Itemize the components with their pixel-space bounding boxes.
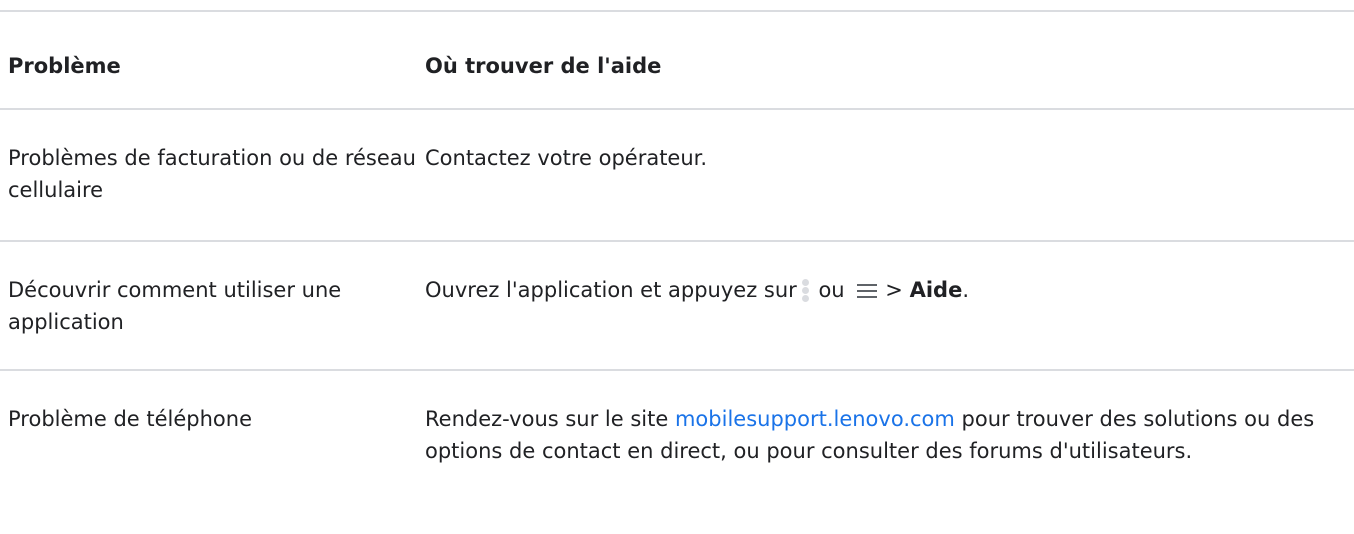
table-header-row: Problème Où trouver de l'aide [0, 10, 1354, 108]
more-vert-icon [800, 279, 810, 303]
help-cell: Contactez votre opérateur. [425, 146, 708, 170]
table-row: Problèmes de facturation ou de réseau ce… [0, 108, 1354, 240]
header-problem: Problème [8, 54, 121, 78]
help-text-prefix: Ouvrez l'application et appuyez sur [425, 278, 797, 302]
help-text-suffix: . [962, 278, 970, 302]
problem-cell: Problème de téléphone [8, 407, 253, 431]
help-text-prefix: Rendez-vous sur le site [425, 407, 675, 431]
problem-cell: Problèmes de facturation ou de réseau ce… [8, 146, 416, 202]
menu-icon [857, 283, 879, 299]
support-link[interactable]: mobilesupport.lenovo.com [675, 407, 955, 431]
help-cell: Rendez-vous sur le site mobilesupport.le… [425, 371, 1354, 529]
help-text-bold: Aide [909, 278, 963, 302]
problem-cell: Découvrir comment utiliser une applicati… [8, 278, 342, 334]
header-help: Où trouver de l'aide [425, 54, 662, 78]
table-row: Problème de téléphone Rendez-vous sur le… [0, 369, 1354, 529]
help-table: Problème Où trouver de l'aide Problèmes … [0, 10, 1354, 529]
help-text-arrow: > [885, 278, 903, 302]
help-text-or: ou [811, 278, 852, 302]
table-row: Découvrir comment utiliser une applicati… [0, 240, 1354, 369]
help-cell: Ouvrez l'application et appuyez sur ou >… [425, 242, 1354, 369]
